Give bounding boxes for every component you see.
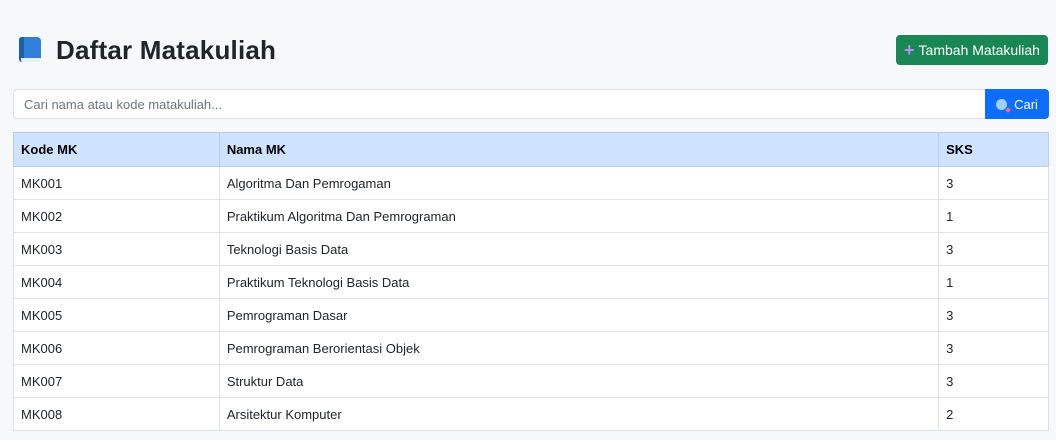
title-group: Daftar Matakuliah bbox=[14, 35, 276, 66]
cell-sks: 3 bbox=[938, 232, 1049, 266]
cell-sks: 3 bbox=[938, 298, 1049, 332]
cell-kode: MK003 bbox=[13, 232, 220, 266]
cell-kode: MK004 bbox=[13, 265, 220, 299]
cell-sks: 1 bbox=[938, 199, 1049, 233]
book-icon bbox=[17, 36, 43, 64]
column-header-sks: SKS bbox=[938, 132, 1049, 167]
cell-sks: 3 bbox=[938, 331, 1049, 365]
cell-nama: Arsitektur Komputer bbox=[218, 397, 940, 431]
cell-sks: 3 bbox=[938, 364, 1049, 398]
matakuliah-table: Kode MK Nama MK SKS MK001 Algoritma Dan P… bbox=[13, 132, 1049, 431]
cell-kode: MK008 bbox=[13, 397, 220, 431]
add-button-label: Tambah Matakuliah bbox=[918, 42, 1040, 58]
search-button[interactable]: Cari bbox=[985, 89, 1049, 119]
add-matakuliah-button[interactable]: + Tambah Matakuliah bbox=[896, 35, 1048, 65]
table-row: MK002 Praktikum Algoritma Dan Pemrograman… bbox=[13, 199, 1049, 233]
table-row: MK005 Pemrograman Dasar 3 bbox=[13, 298, 1049, 332]
table-row: MK007 Struktur Data 3 bbox=[13, 364, 1049, 398]
cell-sks: 1 bbox=[938, 265, 1049, 299]
cell-nama: Pemrograman Berorientasi Objek bbox=[218, 331, 940, 365]
cell-nama: Teknologi Basis Data bbox=[218, 232, 940, 266]
table-row: MK008 Arsitektur Komputer 2 bbox=[13, 397, 1049, 431]
cell-kode: MK002 bbox=[13, 199, 220, 233]
cell-nama: Struktur Data bbox=[218, 364, 940, 398]
cell-nama: Praktikum Algoritma Dan Pemrograman bbox=[218, 199, 940, 233]
search-bar: Cari bbox=[13, 89, 1049, 119]
table-body: MK001 Algoritma Dan Pemrogaman 3 MK002 Prakt… bbox=[13, 166, 1049, 431]
column-header-kode: Kode MK bbox=[13, 132, 220, 167]
cell-nama: Pemrograman Dasar bbox=[218, 298, 940, 332]
column-header-nama: Nama MK bbox=[218, 132, 940, 167]
cell-nama: Algoritma Dan Pemrogaman bbox=[218, 166, 940, 200]
table-header-row: Kode MK Nama MK SKS bbox=[13, 132, 1049, 167]
page-header: Daftar Matakuliah + Tambah Matakuliah bbox=[14, 32, 1048, 68]
page-title: Daftar Matakuliah bbox=[56, 34, 277, 65]
cell-kode: MK001 bbox=[13, 166, 220, 200]
search-button-label: Cari bbox=[1014, 96, 1038, 112]
cell-kode: MK005 bbox=[13, 298, 220, 332]
table-row: MK006 Pemrograman Berorientasi Objek 3 bbox=[13, 331, 1049, 365]
cell-kode: MK007 bbox=[13, 364, 220, 398]
cell-nama: Praktikum Teknologi Basis Data bbox=[218, 265, 940, 299]
table-row: MK001 Algoritma Dan Pemrogaman 3 bbox=[13, 166, 1049, 200]
search-input[interactable] bbox=[13, 89, 985, 119]
cell-sks: 3 bbox=[938, 166, 1049, 200]
table-row: MK004 Praktikum Teknologi Basis Data 1 bbox=[13, 265, 1049, 299]
plus-icon: + bbox=[904, 40, 915, 60]
cell-kode: MK006 bbox=[13, 331, 220, 365]
cell-sks: 2 bbox=[938, 397, 1049, 431]
search-icon bbox=[996, 98, 1008, 110]
table-row: MK003 Teknologi Basis Data 3 bbox=[13, 232, 1049, 266]
